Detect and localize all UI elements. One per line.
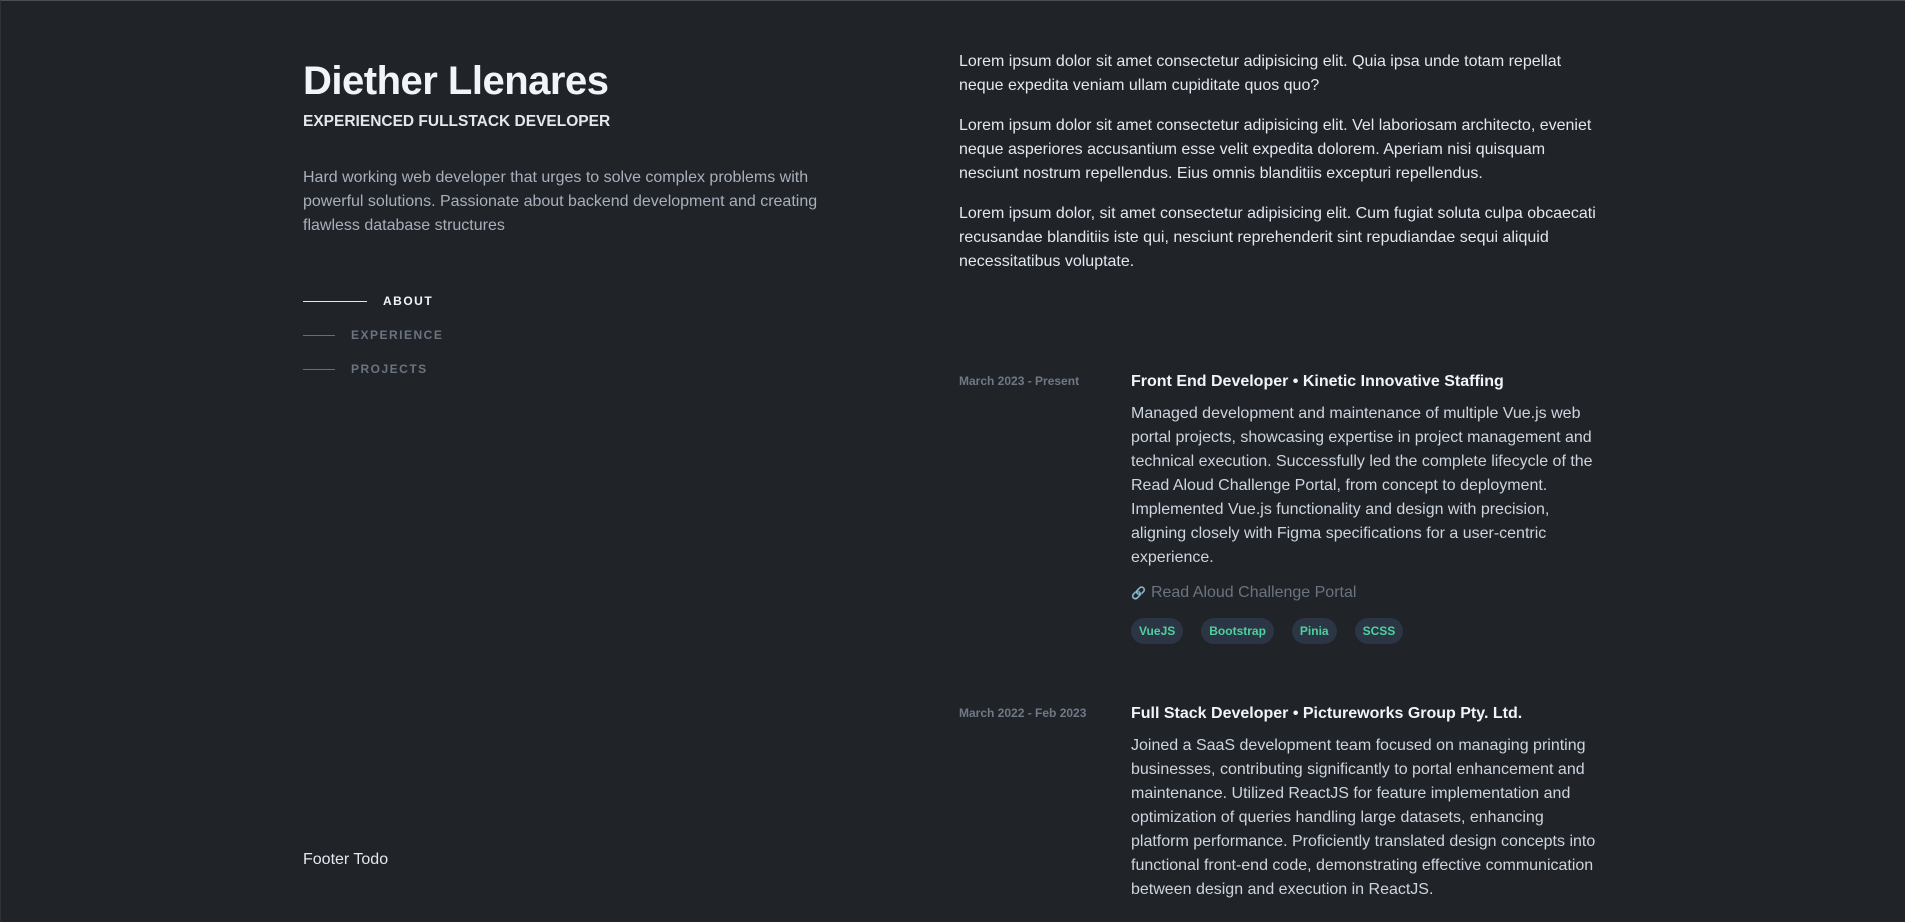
link-icon: 🔗 (1131, 586, 1146, 600)
footer-text: Footer Todo (303, 851, 389, 868)
section-nav: ABOUT EXPERIENCE PROJECTS (303, 291, 443, 393)
experience-title: Front End Developer • Kinetic Innovative… (1131, 373, 1504, 390)
content-column: Lorem ipsum dolor sit amet consectetur a… (959, 1, 1599, 922)
tech-tag: Pinia (1291, 618, 1337, 644)
experience-title: Full Stack Developer • Pictureworks Grou… (1131, 705, 1523, 722)
about-paragraph: Lorem ipsum dolor sit amet consectetur a… (959, 53, 1562, 94)
tech-tag: SCSS (1354, 618, 1404, 644)
nav-indicator-line (303, 368, 335, 370)
nav-label: EXPERIENCE (351, 328, 444, 342)
tech-tag: Bootstrap (1201, 618, 1274, 644)
experience-date: March 2022 - Feb 2023 (959, 706, 1087, 720)
tech-tag: VueJS (1131, 618, 1184, 644)
profile-role: EXPERIENCED FULLSTACK DEVELOPER (303, 113, 611, 130)
project-link-label: Read Aloud Challenge Portal (1150, 584, 1357, 601)
experience-body: Front End Developer • Kinetic Innovative… (1131, 370, 1599, 644)
nav-label: ABOUT (383, 294, 434, 308)
nav-indicator-line (303, 334, 335, 336)
about-paragraph: Lorem ipsum dolor sit amet consectetur a… (959, 117, 1592, 182)
profile-summary: Hard working web developer that urges to… (303, 169, 818, 234)
experience-description: Managed development and maintenance of m… (1131, 405, 1593, 566)
nav-item-projects[interactable]: PROJECTS (303, 359, 443, 379)
tech-tags: VueJS Bootstrap Pinia SCSS (1131, 618, 1599, 644)
about-paragraph: Lorem ipsum dolor, sit amet consectetur … (959, 205, 1596, 270)
nav-label: PROJECTS (351, 362, 428, 376)
profile-column: Diether Llenares EXPERIENCED FULLSTACK D… (303, 1, 823, 922)
nav-item-about[interactable]: ABOUT (303, 291, 443, 311)
nav-indicator-line (303, 300, 367, 302)
profile-name: Diether Llenares (303, 59, 609, 103)
nav-item-experience[interactable]: EXPERIENCE (303, 325, 443, 345)
experience-date: March 2023 - Present (959, 374, 1080, 388)
project-link[interactable]: 🔗 Read Aloud Challenge Portal (1131, 584, 1599, 602)
experience-body: Full Stack Developer • Pictureworks Grou… (1131, 702, 1599, 902)
experience-description: Joined a SaaS development team focused o… (1131, 737, 1596, 898)
